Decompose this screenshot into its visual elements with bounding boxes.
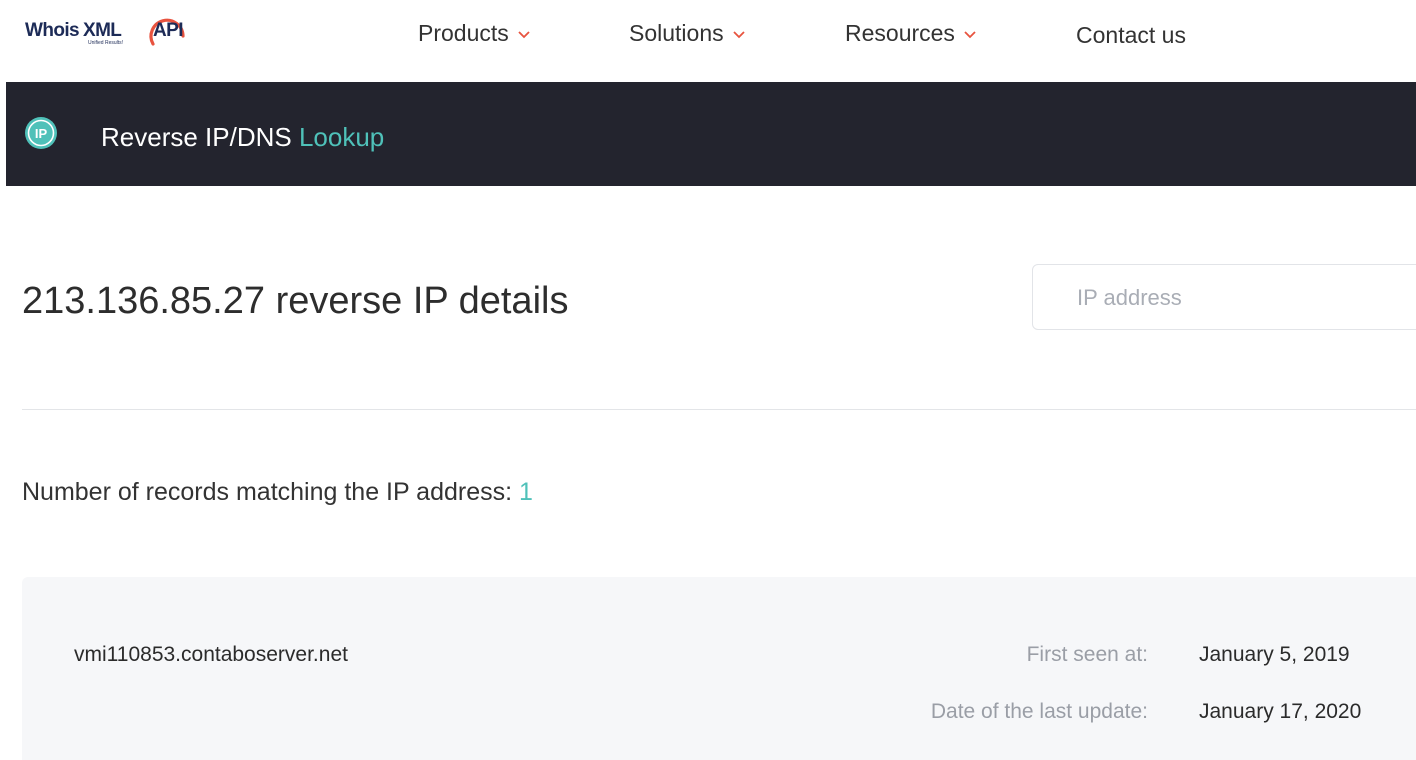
records-count-value: 1 bbox=[519, 478, 533, 506]
nav-products-label: Products bbox=[418, 20, 509, 46]
first-seen-label: First seen at: bbox=[1026, 643, 1148, 666]
whoisxml-api-logo[interactable]: Whois XML API Unified Results! bbox=[25, 14, 205, 54]
chevron-down-icon bbox=[732, 30, 745, 38]
tool-title-accent: Lookup bbox=[298, 122, 385, 152]
nav-resources[interactable]: Resources bbox=[845, 20, 977, 47]
records-count-label: Number of records matching the IP addres… bbox=[22, 478, 519, 506]
tool-header-bar: IP Reverse IP/DNS Lookup bbox=[6, 82, 1416, 186]
section-divider bbox=[22, 409, 1416, 410]
page-title: 213.136.85.27 reverse IP details bbox=[22, 280, 569, 322]
top-navigation: Whois XML API Unified Results! Products … bbox=[0, 0, 1416, 82]
logo-xml-text: XML bbox=[83, 20, 122, 41]
last-update-label: Date of the last update: bbox=[930, 700, 1148, 723]
logo-tagline: Unified Results! bbox=[88, 40, 124, 46]
ip-icon: IP bbox=[25, 117, 57, 149]
nav-contact-label: Contact us bbox=[1076, 22, 1186, 48]
ip-search-box bbox=[1032, 264, 1416, 331]
nav-contact-us[interactable]: Contact us bbox=[1076, 22, 1186, 49]
tool-title: Reverse IP/DNS Lookup bbox=[101, 122, 384, 153]
tool-title-main: Reverse IP/DNS bbox=[101, 122, 299, 152]
result-hostname[interactable]: vmi110853.contaboserver.net bbox=[74, 643, 348, 667]
chevron-down-icon bbox=[964, 30, 976, 38]
nav-solutions[interactable]: Solutions bbox=[629, 20, 746, 47]
nav-products[interactable]: Products bbox=[418, 20, 531, 47]
logo-api-text: API bbox=[153, 20, 183, 41]
ip-address-input[interactable] bbox=[1075, 265, 1409, 331]
nav-resources-label: Resources bbox=[845, 20, 955, 46]
logo-whois-text: Whois bbox=[25, 20, 80, 41]
last-update-value: January 17, 2020 bbox=[1199, 700, 1362, 723]
first-seen-value: January 5, 2019 bbox=[1199, 643, 1350, 666]
ip-icon-text: IP bbox=[35, 126, 48, 141]
result-card: vmi110853.contaboserver.net First seen a… bbox=[22, 577, 1416, 760]
nav-solutions-label: Solutions bbox=[629, 20, 724, 46]
records-count-line: Number of records matching the IP addres… bbox=[22, 478, 533, 507]
chevron-down-icon bbox=[518, 30, 530, 38]
